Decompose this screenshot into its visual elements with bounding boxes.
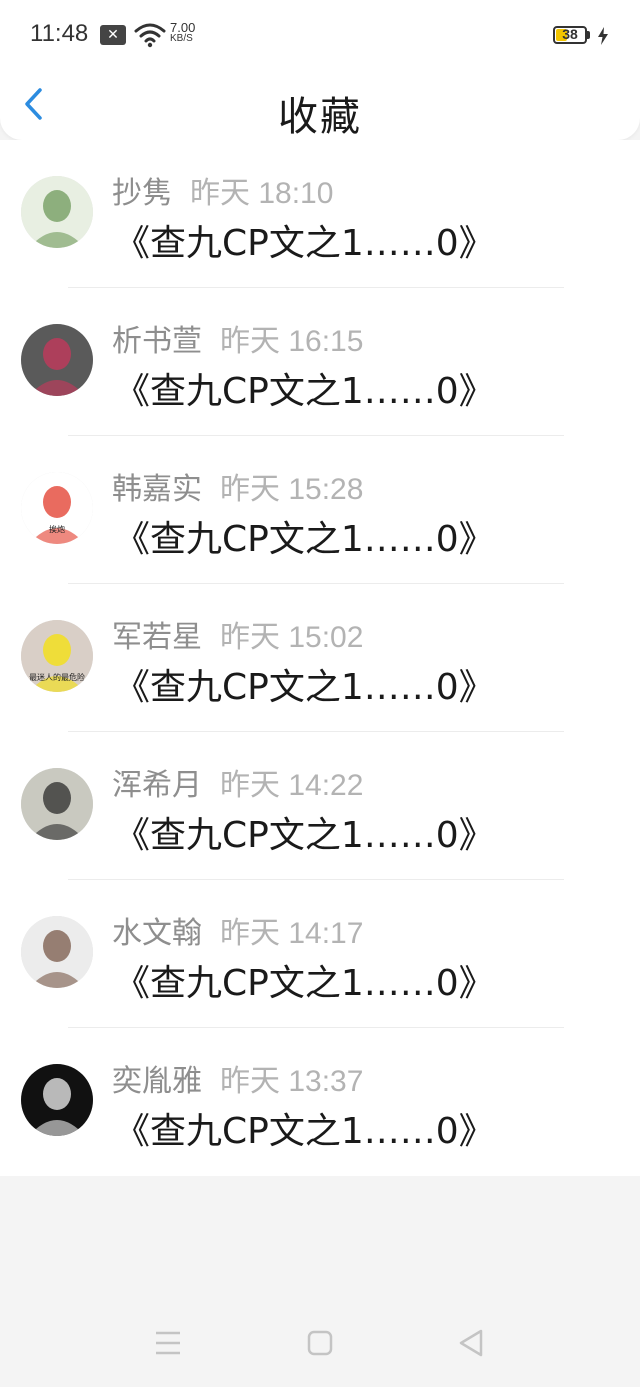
sender-name: 军若星 [112,620,202,655]
favorite-header: 奕胤雅 昨天 13:37 [112,1056,363,1100]
status-time: 11:48 [30,20,89,47]
favorite-message: 《查九CP文之1……0》 [114,371,495,412]
status-bar: 11:48 ✕ 7.00 KB/S 38 [0,0,640,72]
favorite-message: 《查九CP文之1……0》 [114,223,495,264]
sender-name: 抄隽 [112,176,172,211]
avatar[interactable] [21,768,93,840]
favorite-time: 昨天 16:15 [220,325,364,358]
favorite-message: 《查九CP文之1……0》 [114,667,495,708]
favorite-item[interactable]: 水文翰 昨天 14:17 《查九CP文之1……0》 [0,880,640,1028]
favorite-header: 浑希月 昨天 14:22 [112,760,363,804]
home-square-icon[interactable] [295,1318,345,1368]
page-title: 收藏 [278,94,362,140]
favorite-time: 昨天 14:17 [220,917,364,950]
battery-icon: 38 [553,26,587,44]
favorite-item[interactable]: 奕胤雅 昨天 13:37 《查九CP文之1……0》 [0,1028,640,1176]
sender-name: 韩嘉实 [112,472,202,507]
favorite-header: 抄隽 昨天 18:10 [112,168,333,212]
avatar-caption: 挨炮 [49,524,65,534]
notification-icon: ✕ [100,25,126,45]
favorite-message: 《查九CP文之1……0》 [114,519,495,560]
back-triangle-icon[interactable] [447,1318,497,1368]
favorite-header: 水文翰 昨天 14:17 [112,908,363,952]
favorite-message: 《查九CP文之1……0》 [114,815,495,856]
favorite-item[interactable]: 析书萱 昨天 16:15 《查九CP文之1……0》 [0,288,640,436]
avatar[interactable]: 最迷人的最危险 [21,620,93,692]
charging-icon [598,27,608,45]
favorite-header: 军若星 昨天 15:02 [112,612,363,656]
avatar[interactable] [21,324,93,396]
favorite-item[interactable]: 抄隽 昨天 18:10 《查九CP文之1……0》 [0,140,640,288]
top-panel: 11:48 ✕ 7.00 KB/S 38 收藏 [0,0,640,140]
sender-name: 水文翰 [112,916,202,951]
favorite-time: 昨天 14:22 [220,769,364,802]
avatar-caption: 最迷人的最危险 [29,672,85,682]
favorite-message: 《查九CP文之1……0》 [114,963,495,1004]
network-speed-unit: KB/S [170,33,193,44]
nav-bar: 收藏 [0,72,640,140]
favorite-item[interactable]: 挨炮 韩嘉实 昨天 15:28 《查九CP文之1……0》 [0,436,640,584]
system-nav-bar [0,1318,640,1368]
favorite-time: 昨天 15:28 [220,473,364,506]
sender-name: 析书萱 [112,324,202,359]
favorite-time: 昨天 13:37 [220,1065,364,1098]
avatar[interactable] [21,916,93,988]
favorite-item[interactable]: 浑希月 昨天 14:22 《查九CP文之1……0》 [0,732,640,880]
avatar[interactable]: 挨炮 [21,472,93,544]
favorite-time: 昨天 15:02 [220,621,364,654]
favorites-list: 抄隽 昨天 18:10 《查九CP文之1……0》 析书萱 昨天 16:15 《查九CP文之… [0,140,640,1176]
network-speed-value: 7.00 [170,20,196,35]
sender-name: 浑希月 [112,768,202,803]
sender-name: 奕胤雅 [112,1064,202,1099]
menu-icon[interactable] [143,1318,193,1368]
network-speed: 7.00 KB/S [170,20,196,44]
favorite-item[interactable]: 最迷人的最危险 军若星 昨天 15:02 《查九CP文之1……0》 [0,584,640,732]
favorite-message: 《查九CP文之1……0》 [114,1111,495,1152]
battery-cap [587,31,590,39]
battery-level: 38 [562,26,578,42]
avatar[interactable] [21,1064,93,1136]
avatar[interactable] [21,176,93,248]
favorite-header: 析书萱 昨天 16:15 [112,316,363,360]
wifi-icon [134,23,166,48]
favorite-time: 昨天 18:10 [190,177,334,210]
favorite-header: 韩嘉实 昨天 15:28 [112,464,363,508]
